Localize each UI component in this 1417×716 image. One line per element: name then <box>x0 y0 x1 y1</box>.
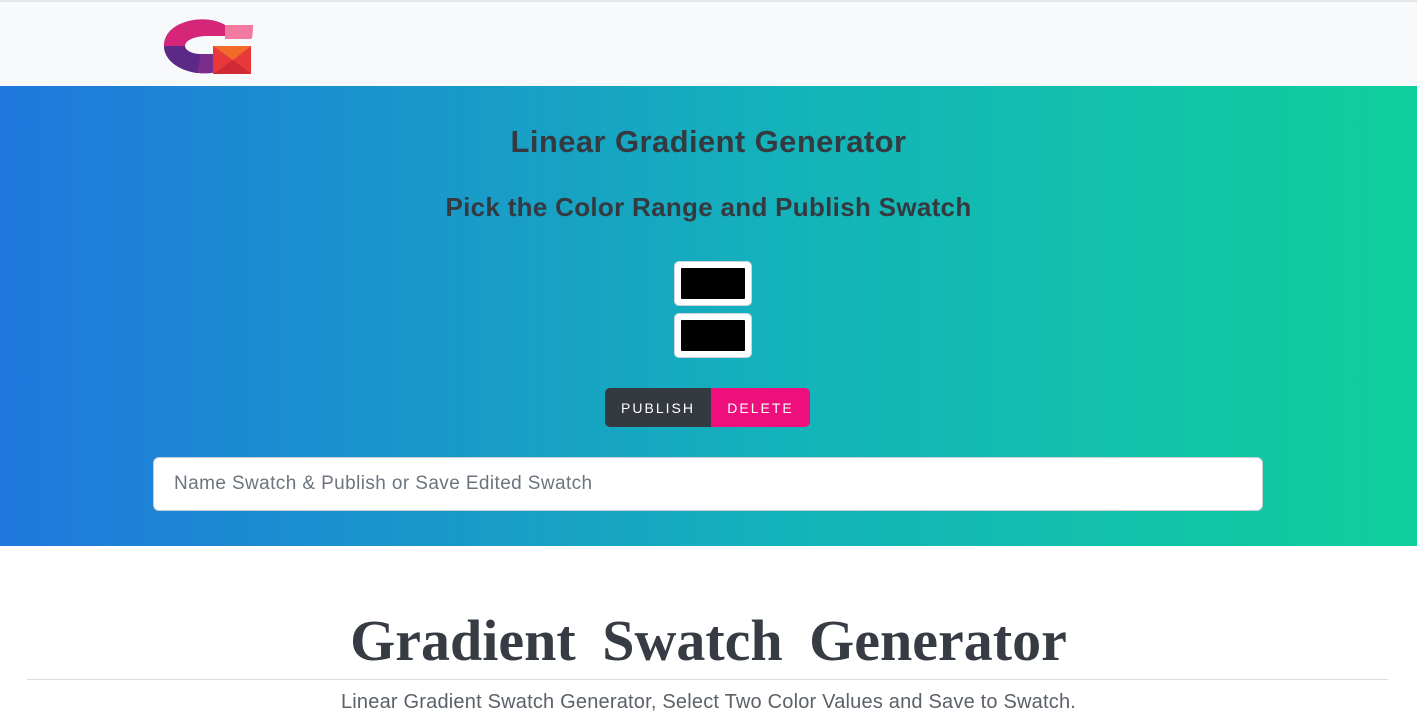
hero-subtitle: Pick the Color Range and Publish Swatch <box>445 192 972 222</box>
divider <box>27 679 1388 680</box>
hero-title: Linear Gradient Generator <box>510 124 907 159</box>
end-color-swatch <box>681 320 745 351</box>
hero-section: Linear Gradient Generator Pick the Color… <box>0 86 1417 546</box>
swatch-name-input[interactable] <box>153 457 1263 511</box>
start-color-swatch <box>681 268 745 299</box>
end-color-picker[interactable] <box>674 313 752 358</box>
publish-button[interactable]: PUBLISH <box>605 388 711 427</box>
gradient-g-logo-icon[interactable] <box>163 17 253 75</box>
delete-button[interactable]: DELETE <box>711 388 810 427</box>
page-title: Gradient Swatch Generator <box>350 608 1067 673</box>
page-lead-text: Linear Gradient Swatch Generator, Select… <box>340 691 1077 713</box>
action-button-group: PUBLISH DELETE <box>605 388 810 427</box>
start-color-picker[interactable] <box>674 261 752 306</box>
navbar <box>0 0 1417 86</box>
